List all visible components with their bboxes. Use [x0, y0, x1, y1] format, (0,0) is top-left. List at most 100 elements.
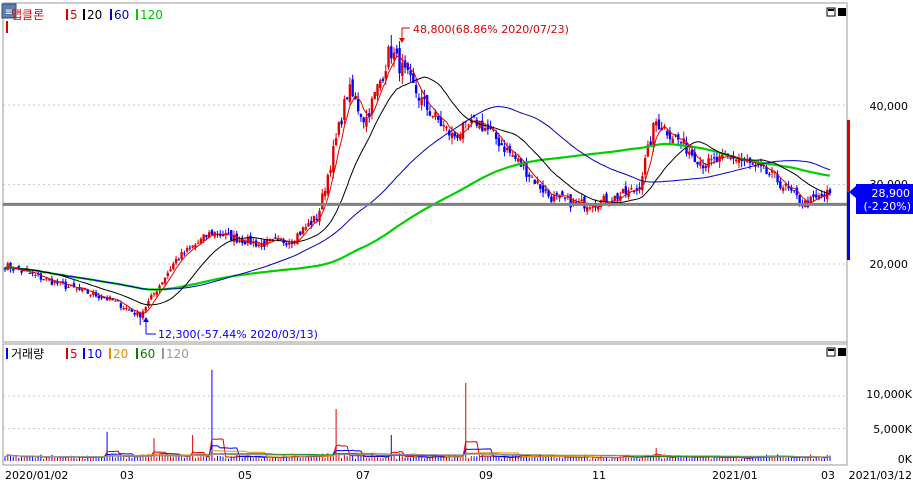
candle-body-257: [712, 157, 716, 159]
candle-body-26: [75, 288, 78, 290]
candle-body-118: [329, 169, 332, 173]
candle-body-31: [89, 294, 92, 296]
candle-body-240: [666, 131, 669, 136]
candle-body-72: [202, 234, 205, 241]
vlegend-ma5: 5: [70, 347, 78, 361]
candle-body-51: [144, 307, 147, 311]
vlegend-ma20: 20: [113, 347, 128, 361]
x-label-end: 2021/03/12: [849, 469, 912, 482]
legend-swatch-ma120: [136, 9, 138, 20]
candle-body-34: [97, 295, 101, 299]
vy-label-10000k: 10,000K: [866, 388, 912, 401]
candle-body-154: [428, 111, 432, 116]
vlegend-ma10: 10: [87, 347, 102, 361]
price-close-button[interactable]: [838, 8, 846, 16]
candle-body-119: [332, 146, 335, 173]
candle-body-91: [254, 240, 258, 247]
candle-body-286: [792, 190, 796, 192]
candle-body-296: [820, 193, 823, 197]
candle-body-181: [503, 146, 506, 152]
vlegend-swatch-60: [136, 348, 138, 359]
stock-chart-window: ≡ 앱클론 5 20 60 120 48,800(68.86% 2020/07/…: [0, 0, 913, 484]
candle-body-249: [690, 149, 694, 156]
low-annotation: 12,300(-57.44% 2020/03/13): [158, 328, 318, 341]
y-label-40000: 40,000: [870, 100, 909, 113]
candle-body-135: [376, 84, 379, 97]
legend-ma60: 60: [114, 8, 129, 22]
x-label-nov: 11: [592, 469, 606, 482]
current-price-pointer: [849, 186, 856, 198]
candle-body-109: [304, 227, 307, 230]
candle-body-55: [155, 291, 158, 295]
legend-swatch-price: [6, 21, 8, 33]
candle-body-251: [696, 161, 699, 165]
current-price-badge: 28,900 (-2.20%): [849, 184, 913, 214]
candle-body-18: [53, 281, 56, 284]
volume-close-button[interactable]: [838, 348, 846, 356]
candle-body-266: [737, 159, 741, 163]
candle-body-23: [67, 286, 70, 288]
candle-body-85: [238, 240, 241, 243]
candle-body-53: [150, 295, 153, 300]
candle-body-107: [299, 231, 302, 235]
chart-canvas: ≡ 앱클론 5 20 60 120 48,800(68.86% 2020/07/…: [1, 2, 913, 482]
candle-body-245: [679, 142, 683, 144]
candle-body-163: [453, 132, 456, 137]
vlegend-ma120: 120: [166, 347, 189, 361]
candle-body-221: [613, 195, 616, 200]
candle-body-194: [539, 184, 542, 189]
candle-body-200: [555, 193, 559, 195]
vlegend-ma60: 60: [140, 347, 155, 361]
candle-body-136: [379, 80, 382, 89]
candle-body-120: [334, 138, 338, 146]
x-label-start: 2020/01/02: [5, 469, 68, 482]
candle-body-48: [136, 312, 139, 316]
candle-body-159: [442, 125, 445, 127]
candle-body-139: [387, 46, 390, 68]
candle-body-126: [351, 79, 354, 97]
candle-body-117: [326, 174, 330, 194]
vy-label-5000k: 5,000K: [873, 423, 912, 436]
candle-body-255: [707, 158, 710, 168]
x-axis: 2020/01/02 03 05 07 09 11 2021/01 03 202…: [3, 464, 912, 482]
candle-body-57: [161, 282, 164, 285]
candle-body-178: [494, 132, 498, 139]
candle-body-110: [307, 222, 310, 227]
candle-body-160: [445, 126, 448, 129]
candle-body-162: [450, 132, 454, 139]
candle-body-271: [751, 163, 754, 165]
candle-body-256: [710, 159, 713, 161]
candle-body-229: [635, 188, 639, 191]
current-price: 28,900: [872, 187, 911, 200]
candle-body-212: [588, 207, 592, 209]
candle-body-180: [500, 143, 503, 146]
candle-body-277: [768, 174, 771, 176]
candle-body-209: [580, 199, 583, 202]
legend-ma5: 5: [70, 8, 78, 22]
candle-body-44: [125, 307, 128, 309]
candle-body-106: [296, 233, 299, 245]
candle-body-179: [497, 137, 501, 147]
candle-body-213: [591, 206, 594, 208]
candle-body-28: [81, 288, 84, 292]
candle-body-265: [734, 159, 738, 162]
candle-body-157: [436, 116, 440, 120]
candle-body-150: [417, 97, 421, 101]
candle-body-232: [643, 157, 647, 175]
range-bar-up: [847, 120, 850, 192]
candle-body-140: [390, 46, 393, 59]
candle-body-70: [196, 242, 200, 244]
candle-body-202: [561, 191, 564, 196]
candle-body-128: [356, 99, 360, 112]
candle-body-108: [301, 227, 305, 234]
candle-body-186: [517, 158, 520, 162]
candle-body-59: [166, 272, 169, 277]
candle-body-121: [337, 122, 341, 135]
candle-body-193: [536, 180, 539, 184]
range-bar-down: [847, 192, 850, 260]
current-change: (-2.20%): [864, 200, 912, 213]
candle-body-47: [133, 312, 136, 315]
candle-body-281: [779, 181, 782, 189]
candle-body-98: [274, 237, 277, 239]
candle-body-68: [191, 245, 194, 248]
